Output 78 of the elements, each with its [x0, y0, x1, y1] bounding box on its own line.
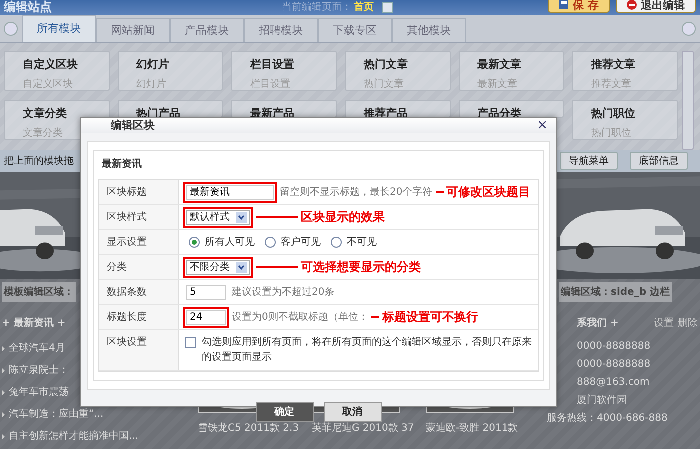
tab[interactable]: 网站新闻 [96, 18, 170, 42]
module-card[interactable]: 自定义区块 自定义区块 [4, 50, 110, 91]
text-field[interactable]: 24 [186, 310, 226, 324]
region-label: 模板编辑区域： [2, 282, 76, 302]
region-label: 编辑区域：side_b 边栏 [559, 282, 672, 302]
bullet-icon [2, 434, 5, 440]
tab[interactable]: 招聘模块 [244, 18, 318, 42]
field-label: 分类 [99, 255, 179, 279]
close-button[interactable]: × [537, 118, 548, 133]
checkbox[interactable] [185, 337, 196, 348]
field-label: 区块样式 [99, 205, 179, 229]
region-button[interactable]: 导航菜单 [560, 152, 618, 170]
module-card[interactable]: 栏目设置 栏目设置 [231, 50, 337, 91]
product-caption[interactable]: 蒙迪欧-致胜 2011款 [426, 420, 534, 435]
bullet-icon [2, 368, 5, 374]
region-button[interactable]: 底部信息 [630, 152, 688, 170]
module-card[interactable]: 幻灯片 幻灯片 [118, 50, 224, 91]
hint-text: 设置为0则不截取标题（单位： [232, 310, 368, 324]
page-label: 当前编辑页面： [282, 0, 352, 14]
radio-option[interactable]: 所有人可见 [189, 235, 255, 249]
bullet-icon [2, 412, 5, 418]
annotation-note: 可选择想要显示的分类 [301, 258, 421, 276]
module-card[interactable]: 推荐文章 推荐文章 [572, 50, 678, 91]
site-title: 编辑站点 [4, 0, 52, 14]
product-caption[interactable]: 英菲尼迪G 2010款 37 [312, 420, 420, 435]
cancel-button[interactable]: 取消 [324, 402, 382, 422]
module-card[interactable]: 最新文章 最新文章 [458, 50, 564, 91]
select-field[interactable]: 不限分类 [186, 260, 250, 274]
field-label: 显示设置 [99, 230, 179, 254]
save-button[interactable]: 保 存 [548, 0, 610, 14]
field-label: 区块标题 [99, 180, 179, 204]
contact-line: 888@163.com [576, 376, 651, 390]
dropdown-icon[interactable] [382, 2, 393, 13]
tab[interactable]: 其他模块 [392, 18, 466, 42]
news-link[interactable]: 陈立泉院士： [9, 362, 69, 380]
contact-line: 0000-8888888 [576, 340, 652, 354]
page-value[interactable]: 首页 [354, 0, 374, 14]
module-card[interactable]: 热门职位 热门职位 [572, 100, 678, 140]
news-link[interactable]: 汽车制造：应由重“... [9, 406, 104, 424]
field-label: 区块设置 [99, 330, 179, 370]
hint-text: 建议设置为不超过20条 [232, 286, 335, 299]
annotation-note: 区块显示的效果 [301, 208, 385, 226]
block-title: 系我们 + [577, 316, 619, 330]
leader-line [256, 266, 298, 268]
annotation-note: 标题设置可不换行 [382, 308, 478, 326]
radio-option[interactable]: 不可见 [331, 235, 377, 249]
hint-text: 留空则不显示标题，最长20个字符 [280, 186, 433, 199]
scroll-left-button[interactable] [4, 22, 18, 36]
caret-icon [236, 212, 247, 222]
field-label: 标题长度 [99, 305, 179, 329]
field-label: 数据条数 [99, 280, 179, 304]
caret-icon [236, 262, 247, 272]
block-title: + 最新资讯 + [2, 316, 66, 330]
checkbox-label: 勾选则应用到所有页面，将在所有页面的这个编辑区域显示，否则只在原来的设置页面显示 [202, 336, 532, 365]
contact-line: 服务热线：4000-686-888 [547, 412, 669, 426]
tab[interactable]: 所有模块 [22, 14, 96, 42]
bullet-icon [2, 390, 5, 396]
radio-option[interactable]: 客户可见 [265, 235, 321, 249]
scrollbar[interactable] [682, 50, 694, 150]
news-link[interactable]: 兔年车市震荡 [9, 384, 69, 402]
contact-line: 厦门软件园 [576, 394, 628, 408]
section-title: 最新资讯 [102, 157, 143, 171]
tab[interactable]: 产品模块 [170, 18, 244, 42]
bullet-icon [2, 346, 5, 352]
save-icon [559, 0, 570, 10]
leader-line [256, 216, 298, 218]
select-field[interactable]: 默认样式 [186, 210, 250, 224]
drop-hint: 把上面的模块拖 [4, 154, 74, 168]
module-card[interactable]: 热门文章 热门文章 [344, 50, 451, 91]
confirm-button[interactable]: 确定 [256, 402, 314, 422]
scroll-right-button[interactable] [682, 22, 696, 36]
contact-line: 0000-8888888 [576, 358, 652, 372]
dialog-title: 编辑区块 [111, 118, 155, 133]
tab[interactable]: 下载专区 [318, 18, 392, 42]
text-field[interactable]: 最新资讯 [186, 184, 274, 200]
text-field[interactable]: 5 [186, 284, 226, 300]
annotation-note: 可修改区块题目 [446, 184, 531, 200]
stop-icon [627, 0, 637, 10]
